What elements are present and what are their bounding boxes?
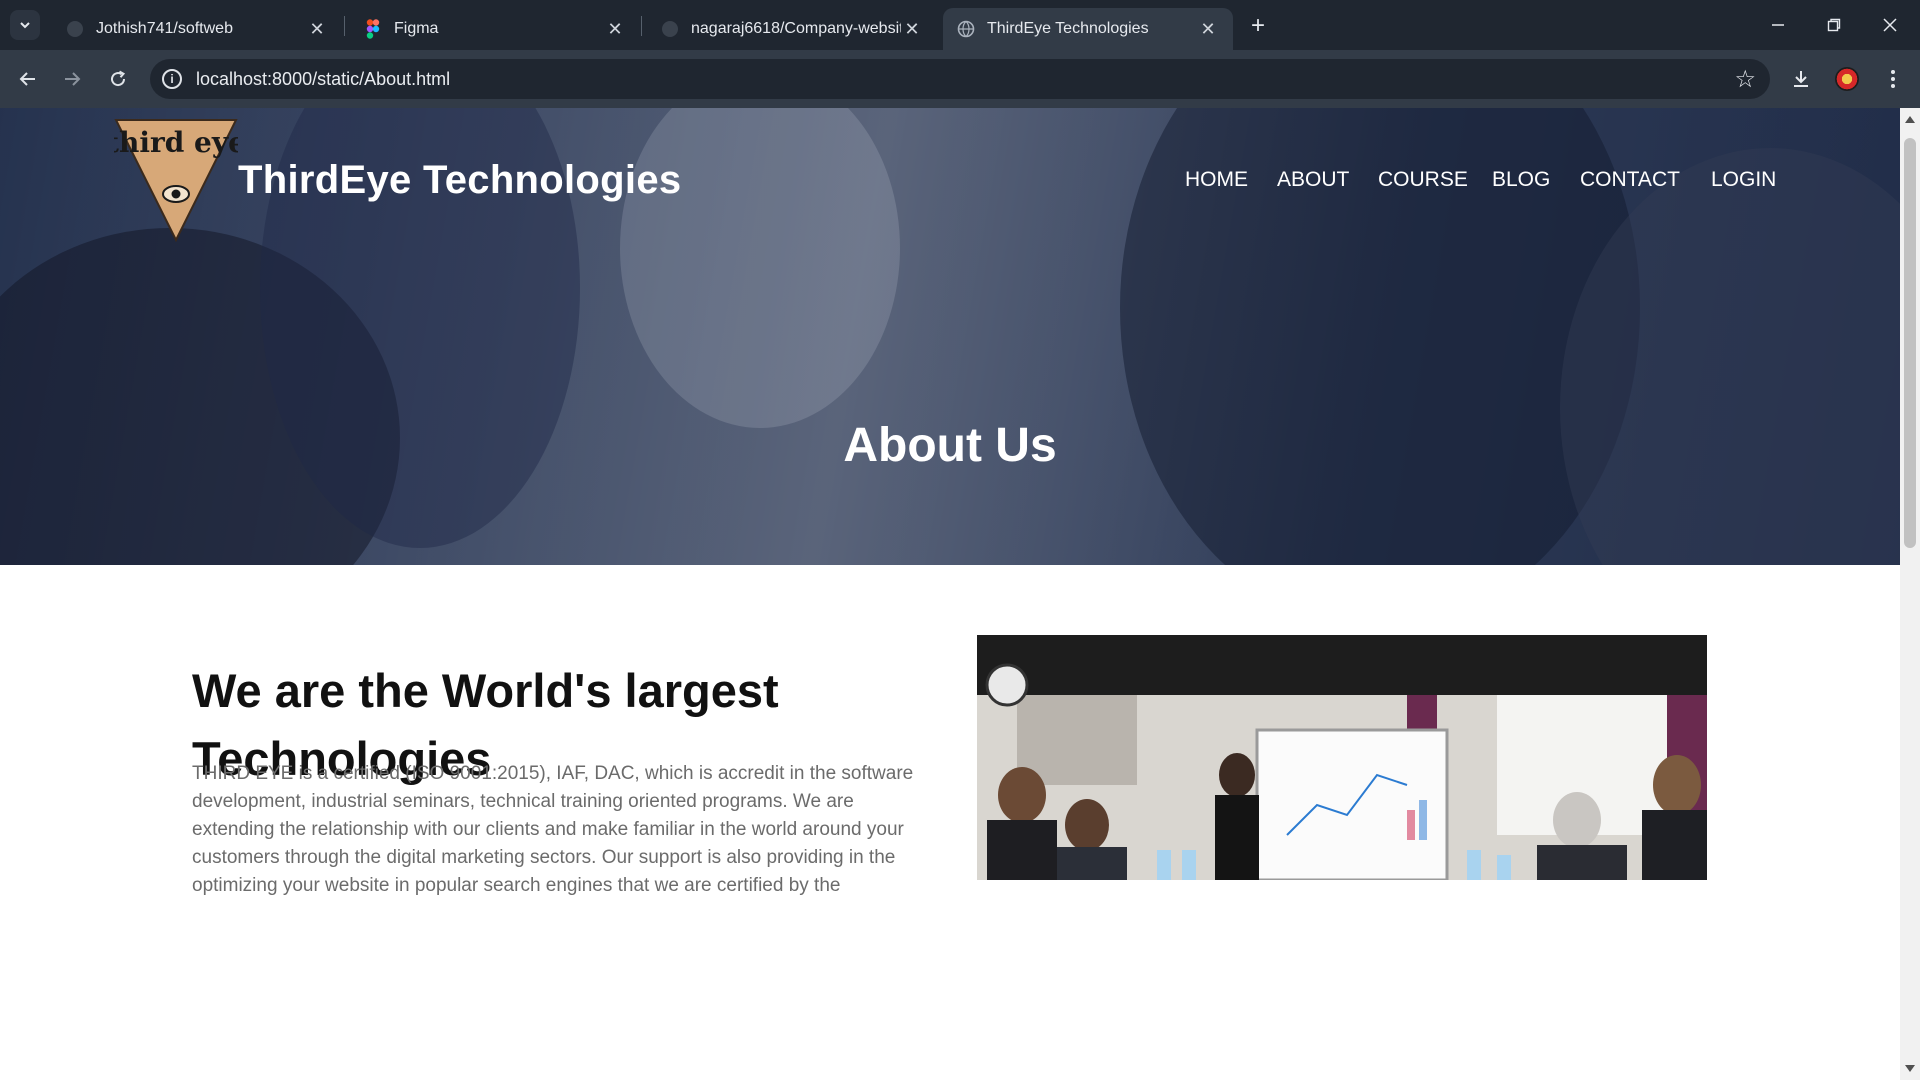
close-tab-icon[interactable]: ✕ (306, 18, 328, 40)
tab-divider (344, 16, 345, 36)
tab-title: nagaraj6618/Company-website (691, 20, 901, 37)
nav-contact[interactable]: CONTACT (1580, 168, 1680, 192)
nav-login[interactable]: LOGIN (1711, 168, 1776, 192)
nav-home[interactable]: HOME (1185, 168, 1248, 192)
tab-active[interactable]: ThirdEye Technologies ✕ (943, 8, 1233, 50)
tab-1[interactable]: Jothish741/softweb ✕ (52, 8, 342, 50)
scrollbar-thumb[interactable] (1904, 138, 1916, 548)
chevron-down-icon (20, 22, 30, 29)
menu-button[interactable] (1876, 62, 1910, 96)
close-tab-icon[interactable]: ✕ (1197, 18, 1219, 40)
page-scrollbar[interactable] (1900, 108, 1920, 1080)
nav-about[interactable]: ABOUT (1277, 168, 1349, 192)
scroll-down-arrow-icon[interactable] (1905, 1065, 1915, 1072)
url-text[interactable]: localhost:8000/static/About.html (196, 69, 450, 90)
tab-2[interactable]: Figma ✕ (350, 8, 640, 50)
reload-button[interactable] (102, 63, 134, 95)
site-logo[interactable]: third eye (106, 118, 246, 243)
site-info-icon[interactable]: i (162, 69, 182, 89)
tab-divider (641, 16, 642, 36)
globe-icon (957, 20, 975, 38)
avatar (1835, 67, 1859, 91)
address-bar[interactable]: i localhost:8000/static/About.html ☆ (150, 59, 1770, 99)
about-paragraph: THIRD EYE is a certified (ISO 9001:2015)… (192, 763, 914, 896)
meeting-photo (977, 635, 1707, 880)
hero-bg-shape (620, 108, 900, 428)
downloads-button[interactable] (1784, 62, 1818, 96)
new-tab-button[interactable]: + (1244, 12, 1272, 40)
hero-banner: third eye ThirdEye Technologies HOME ABO… (0, 108, 1900, 565)
close-window-button[interactable] (1870, 8, 1910, 42)
github-icon (66, 20, 84, 38)
nav-blog[interactable]: BLOG (1492, 168, 1550, 192)
page-viewport: third eye ThirdEye Technologies HOME ABO… (0, 108, 1900, 1080)
site-brand[interactable]: ThirdEye Technologies (238, 158, 681, 203)
close-icon (1883, 18, 1897, 32)
back-button[interactable] (12, 63, 44, 95)
more-vertical-icon (1891, 70, 1895, 88)
arrow-left-icon (19, 72, 35, 86)
tab-title: Jothish741/softweb (96, 20, 233, 37)
close-tab-icon[interactable]: ✕ (901, 18, 923, 40)
tab-title: ThirdEye Technologies (987, 20, 1149, 37)
bookmark-star-icon[interactable]: ☆ (1734, 65, 1756, 94)
reload-icon (111, 70, 126, 87)
close-tab-icon[interactable]: ✕ (604, 18, 626, 40)
github-icon (661, 20, 679, 38)
minimize-icon (1772, 24, 1784, 26)
browser-tab-bar: Jothish741/softweb ✕ Figma ✕ nagaraj6618… (0, 0, 1920, 50)
download-icon (1794, 71, 1808, 87)
scroll-up-arrow-icon[interactable] (1905, 116, 1915, 123)
tab-title: Figma (394, 20, 439, 37)
profile-button[interactable] (1830, 62, 1864, 96)
nav-course[interactable]: COURSE (1378, 168, 1468, 192)
tab-3[interactable]: nagaraj6618/Company-website ✕ (647, 8, 937, 50)
logo-text: third eye (114, 126, 238, 159)
tab-search-button[interactable] (10, 10, 40, 40)
restore-button[interactable] (1814, 8, 1854, 42)
browser-toolbar: i localhost:8000/static/About.html ☆ (0, 50, 1920, 108)
forward-button[interactable] (56, 63, 88, 95)
page-title: About Us (843, 419, 1057, 472)
arrow-right-icon (65, 72, 81, 86)
minimize-button[interactable] (1758, 8, 1798, 42)
figma-icon (364, 19, 382, 39)
restore-icon (1827, 18, 1841, 32)
